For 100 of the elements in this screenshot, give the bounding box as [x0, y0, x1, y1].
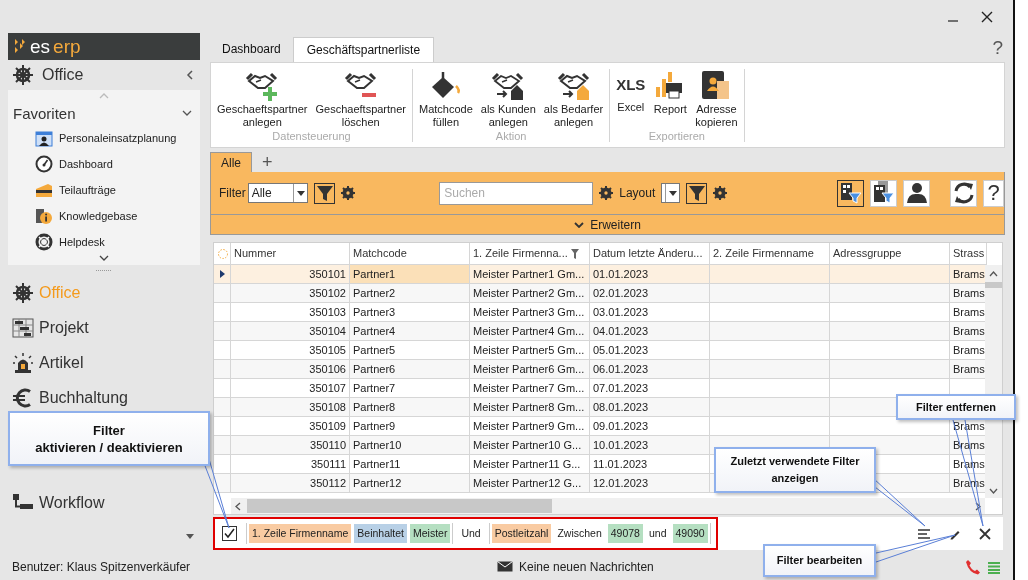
group-title: Datensteuerung	[272, 130, 351, 142]
close-icon[interactable]	[979, 527, 991, 540]
scroll-up-icon[interactable]	[989, 270, 998, 277]
row-header[interactable]	[214, 265, 231, 284]
filter-tag[interactable]: Meister	[410, 524, 451, 543]
expand-button[interactable]: Erweitern	[574, 217, 641, 232]
table-cell: 06.01.2023	[590, 360, 710, 379]
field-label: Filter	[219, 186, 246, 200]
table-cell: Meister Partner12 G...	[470, 474, 590, 493]
lifebuoy-icon	[35, 233, 53, 251]
caret-icon	[296, 190, 305, 196]
search-field[interactable]: Suchen	[439, 181, 594, 205]
calendar-icon	[35, 129, 53, 147]
collapse-icon[interactable]	[186, 70, 194, 80]
table-cell: Brams	[950, 322, 987, 341]
favorite-item[interactable]: Personaleinsatzplanung	[8, 125, 200, 151]
filter-text: Zwischen	[556, 526, 603, 541]
callout: Filter aktivieren / deaktivieren	[8, 411, 210, 466]
toolbar-button[interactable]	[837, 179, 865, 207]
user-label: Benutzer: Klaus Spitzenverkäufer	[12, 559, 191, 574]
scrollbar-thumb[interactable]	[985, 282, 1002, 288]
table-cell: 350112	[231, 474, 350, 493]
table-cell: Brams	[950, 265, 987, 284]
table-cell: Meister Partner1 Gm...	[470, 265, 590, 284]
checkmark-icon	[224, 528, 235, 539]
scrollbar-thumb[interactable]	[247, 499, 552, 513]
scroll-right-icon[interactable]	[975, 501, 981, 511]
ship-wheel-icon	[12, 281, 34, 304]
settings-icon[interactable]	[599, 186, 614, 200]
table-cell: Meister Partner2 Gm...	[470, 284, 590, 303]
phone-icon[interactable]	[965, 558, 981, 575]
cake-icon	[35, 181, 53, 199]
ribbon-button[interactable]: Geschaeftspartner löschen	[312, 69, 409, 129]
expand-icon[interactable]	[182, 110, 192, 116]
table-cell: Brams	[950, 284, 987, 303]
module-item[interactable]: Workflow	[8, 485, 105, 520]
favorite-item[interactable]: Dashboard	[8, 151, 200, 177]
scroll-down-icon[interactable]	[989, 488, 998, 494]
field-label: Layout	[619, 186, 656, 200]
ribbon-button[interactable]: Matchcode füllen	[416, 69, 476, 129]
table-cell: Partner2	[350, 284, 470, 303]
ribbon-button[interactable]: XLS Excel	[613, 69, 649, 129]
filter-icon[interactable]	[570, 248, 579, 259]
message-status[interactable]: Keine neuen Nachrichten	[519, 559, 654, 574]
close-icon[interactable]	[981, 10, 993, 23]
funnel-button[interactable]	[686, 182, 708, 204]
callout: Filter entfernen	[896, 394, 1016, 420]
filter-tag[interactable]: 49078	[607, 524, 643, 543]
favorite-item[interactable]: Knowledgebase	[8, 203, 200, 229]
module-item[interactable]: Projekt	[8, 310, 89, 345]
settings-icon[interactable]	[341, 186, 356, 200]
toolbar-button[interactable]: ?	[983, 179, 1004, 207]
help-button[interactable]: ?	[992, 37, 1003, 59]
scroll-left-icon[interactable]	[235, 501, 241, 511]
table-cell: Meister Partner4 Gm...	[470, 322, 590, 341]
checkbox[interactable]	[222, 526, 237, 541]
table-cell: 350108	[231, 398, 350, 417]
filter-tag[interactable]: 1. Zeile Firmenname	[249, 524, 352, 543]
resize-grip-icon[interactable]	[96, 268, 112, 272]
table-cell: 04.01.2023	[590, 322, 710, 341]
add-tab-button[interactable]: +	[258, 152, 277, 172]
group-title: Aktion	[495, 130, 527, 142]
favorite-item[interactable]: Helpdesk	[8, 229, 200, 255]
table-cell: Partner4	[350, 322, 470, 341]
filter-tag[interactable]: Beinhaltet	[354, 524, 407, 543]
filter-text: und	[647, 526, 668, 541]
ribbon-button[interactable]: Adresse kopieren	[692, 69, 741, 129]
table-cell: Brams	[950, 360, 987, 379]
module-title: Office	[42, 66, 85, 84]
filter-tag[interactable]: Postleitzahl	[491, 524, 552, 543]
settings-icon[interactable]	[713, 186, 728, 200]
ribbon-button[interactable]: Geschaeftspartner anlegen	[214, 69, 311, 129]
list-icon[interactable]	[917, 527, 931, 540]
tab[interactable]: Geschäftspartnerliste	[292, 37, 435, 62]
module-item[interactable]: Artikel	[8, 345, 84, 380]
scroll-down-icon[interactable]	[99, 255, 109, 261]
table-cell: Partner6	[350, 360, 470, 379]
ribbon-button[interactable]: als Bedarfer anlegen	[540, 69, 607, 129]
table-cell: 350102	[231, 284, 350, 303]
beacon-icon	[12, 351, 34, 374]
table-cell: Meister Partner6 Gm...	[470, 360, 590, 379]
ribbon-button[interactable]: als Kunden anlegen	[477, 69, 539, 129]
table-cell: 350106	[231, 360, 350, 379]
funnel-button[interactable]	[314, 182, 336, 204]
envelope-icon	[497, 561, 513, 572]
tab[interactable]: Dashboard	[210, 37, 293, 62]
chart-grid-icon	[12, 316, 34, 339]
filter-tag[interactable]: 49090	[672, 524, 708, 543]
table-cell: 12.01.2023	[590, 474, 710, 493]
view-tab[interactable]: Alle	[210, 152, 252, 172]
table-cell: 350101	[231, 265, 350, 284]
filter-text: Und	[460, 526, 482, 541]
layout-dropdown[interactable]	[661, 183, 681, 203]
dropdown-icon[interactable]	[186, 534, 194, 539]
favorite-item[interactable]: Teilaufträge	[8, 177, 200, 203]
ship-wheel-icon	[12, 64, 34, 86]
filter-dropdown[interactable]: Alle	[247, 183, 309, 203]
logo-mark-icon	[13, 37, 27, 56]
gauge-icon	[35, 155, 53, 173]
ribbon-button[interactable]: Report	[650, 69, 691, 129]
